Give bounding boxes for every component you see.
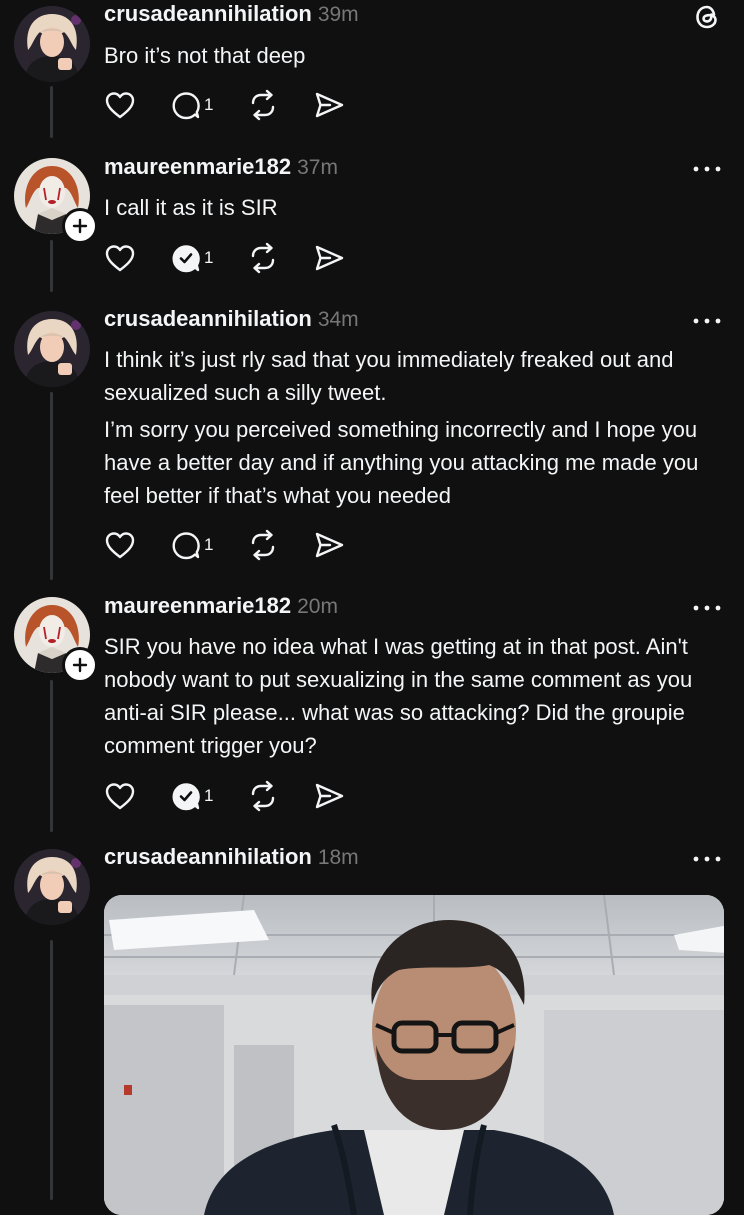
post-actions: 1 — [104, 88, 379, 122]
post-header: crusadeannihilation 18m — [104, 843, 359, 872]
thread-line — [50, 240, 53, 292]
more-dots-icon[interactable] — [692, 164, 722, 174]
speech-bubble-replied-icon — [172, 245, 200, 273]
plus-icon — [72, 218, 88, 234]
repost-button[interactable] — [247, 89, 279, 121]
repost-icon — [252, 529, 275, 561]
post-timestamp: 20m — [297, 595, 338, 618]
paper-plane-icon — [316, 245, 344, 271]
username-link[interactable]: maureenmarie182 — [104, 154, 291, 179]
post-actions: 1 — [104, 528, 379, 562]
username-link[interactable]: crusadeannihilation — [104, 306, 312, 331]
username-link[interactable]: crusadeannihilation — [104, 844, 312, 869]
paper-plane-icon — [316, 92, 344, 118]
reply-count: 1 — [204, 535, 214, 554]
speech-bubble-icon — [172, 92, 200, 120]
heart-icon — [105, 92, 135, 119]
reply-button[interactable]: 1 — [170, 89, 213, 121]
post-text: Bro it’s not that deep — [104, 39, 734, 72]
post-paragraph: Bro it’s not that deep — [104, 43, 306, 68]
avatar[interactable] — [14, 6, 90, 82]
like-button[interactable] — [104, 243, 136, 273]
reply-button[interactable]: 1 — [170, 242, 213, 274]
thread-line — [50, 680, 53, 832]
follow-button[interactable] — [62, 208, 98, 244]
post-timestamp: 34m — [317, 308, 359, 331]
username-link[interactable]: crusadeannihilation — [104, 1, 312, 26]
repost-button[interactable] — [247, 780, 279, 812]
post-text: SIR you have no idea what I was getting … — [104, 630, 734, 762]
more-dots-icon[interactable] — [692, 854, 722, 864]
reply-count: 1 — [204, 786, 214, 805]
paper-plane-icon — [316, 532, 344, 558]
repost-button[interactable] — [247, 529, 279, 561]
thread-line — [50, 392, 53, 580]
post-actions: 1 — [104, 779, 379, 813]
post-paragraph: I’m sorry you perceived something incorr… — [104, 417, 699, 508]
post-header: maureenmarie182 37m — [104, 153, 338, 182]
like-button[interactable] — [104, 781, 136, 811]
reply-count: 1 — [204, 95, 214, 114]
speech-bubble-replied-icon — [172, 783, 200, 811]
more-dots-icon[interactable] — [692, 316, 722, 326]
repost-icon — [252, 780, 275, 812]
post-header: crusadeannihilation 39m — [104, 0, 359, 29]
avatar[interactable] — [14, 849, 90, 925]
plus-icon — [72, 657, 88, 673]
share-button[interactable] — [313, 780, 345, 812]
like-button[interactable] — [104, 90, 136, 120]
heart-icon — [105, 783, 135, 810]
threads-logo-icon[interactable] — [692, 2, 722, 37]
post-image[interactable] — [104, 895, 724, 1215]
post-text: I think it’s just rly sad that you immed… — [104, 343, 734, 512]
share-button[interactable] — [313, 529, 345, 561]
repost-icon — [252, 89, 275, 121]
follow-button[interactable] — [62, 647, 98, 683]
post-header: crusadeannihilation 34m — [104, 305, 359, 334]
post-header: maureenmarie182 20m — [104, 592, 338, 621]
reply-button[interactable]: 1 — [170, 780, 213, 812]
thread-line — [50, 86, 53, 138]
post-timestamp: 37m — [297, 156, 338, 179]
post-paragraph: I call it as it is SIR — [104, 195, 278, 220]
reply-button[interactable]: 1 — [170, 529, 213, 561]
post-paragraph: SIR you have no idea what I was getting … — [104, 634, 693, 758]
share-button[interactable] — [313, 242, 345, 274]
paper-plane-icon — [316, 783, 344, 809]
heart-icon — [105, 532, 135, 559]
post-paragraph: I think it’s just rly sad that you immed… — [104, 347, 674, 405]
reply-count: 1 — [204, 248, 214, 267]
more-dots-icon[interactable] — [692, 603, 722, 613]
username-link[interactable]: maureenmarie182 — [104, 593, 291, 618]
speech-bubble-icon — [172, 532, 200, 560]
post-timestamp: 18m — [317, 846, 359, 869]
thread-line — [50, 940, 53, 1200]
repost-icon — [252, 242, 275, 274]
share-button[interactable] — [313, 89, 345, 121]
post-timestamp: 39m — [317, 3, 359, 26]
post-actions: 1 — [104, 241, 379, 275]
repost-button[interactable] — [247, 242, 279, 274]
like-button[interactable] — [104, 530, 136, 560]
post-text: I call it as it is SIR — [104, 191, 734, 224]
avatar[interactable] — [14, 597, 98, 683]
avatar[interactable] — [14, 311, 90, 387]
heart-icon — [105, 245, 135, 272]
avatar[interactable] — [14, 158, 98, 244]
